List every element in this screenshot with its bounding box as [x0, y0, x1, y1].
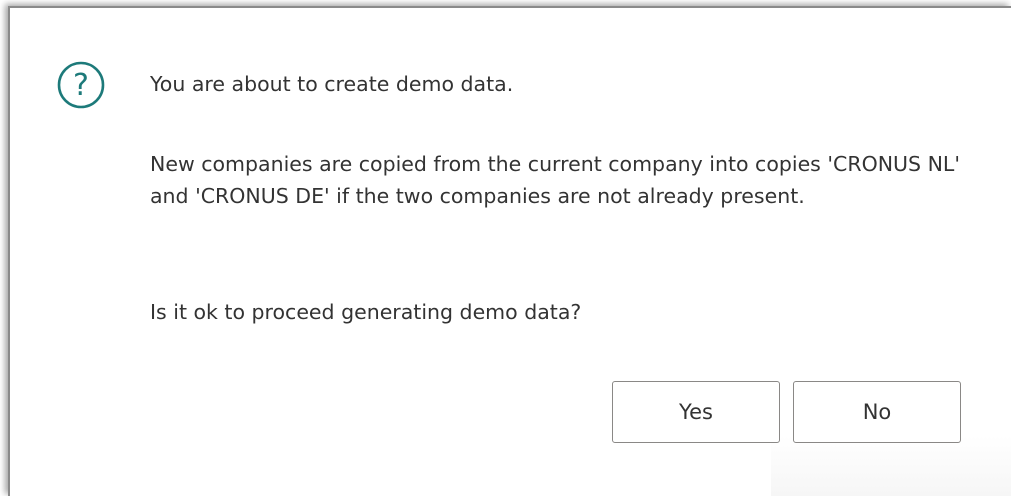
dialog-shadow-fade: [771, 436, 1011, 496]
dialog-message-detail: New companies are copied from the curren…: [150, 152, 960, 208]
no-button[interactable]: No: [793, 381, 961, 443]
yes-button[interactable]: Yes: [612, 381, 780, 443]
dialog-message-intro: You are about to create demo data.: [150, 72, 514, 96]
dialog-message-question: Is it ok to proceed generating demo data…: [150, 300, 582, 324]
question-mark-glyph: ?: [73, 68, 89, 103]
question-mark-circle-icon: ?: [57, 61, 105, 109]
